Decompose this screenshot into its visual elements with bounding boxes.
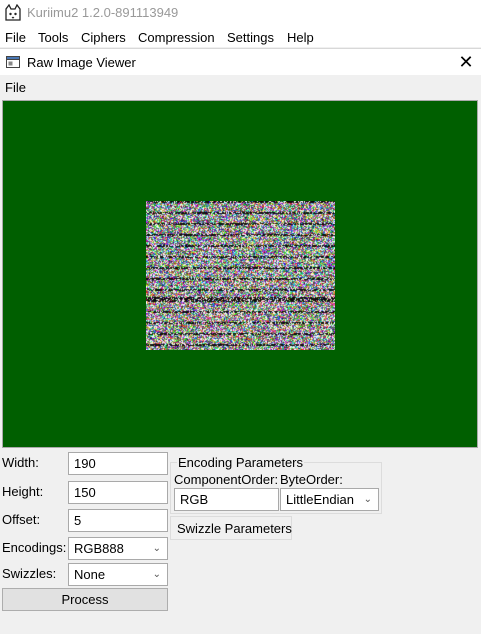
app-title: Kuriimu2 1.2.0-891113949 [27, 5, 179, 20]
swizzles-select[interactable]: None ⌄ [68, 563, 168, 586]
swizzles-label: Swizzles: [2, 566, 57, 581]
process-button[interactable]: Process [2, 588, 168, 611]
byte-order-value: LittleEndian [286, 492, 354, 507]
chevron-down-icon: ⌄ [363, 494, 372, 505]
raw-image-preview [146, 201, 335, 350]
image-viewer [2, 100, 478, 448]
width-label: Width: [2, 455, 39, 470]
menu-compression[interactable]: Compression [138, 30, 215, 45]
cat-icon [5, 4, 21, 21]
offset-input[interactable] [68, 509, 168, 532]
window-menu-file[interactable]: File [5, 80, 26, 95]
swizzle-parameters-title: Swizzle Parameters [177, 521, 292, 536]
close-icon[interactable]: ✕ [455, 51, 477, 73]
window-title: Raw Image Viewer [27, 55, 136, 70]
menu-file[interactable]: File [5, 30, 26, 45]
menu-bar: File Tools Ciphers Compression Settings … [0, 27, 481, 47]
byte-order-label: ByteOrder: [280, 472, 343, 487]
component-order-label: ComponentOrder: [174, 472, 279, 487]
window-header: Raw Image Viewer ✕ [0, 48, 481, 75]
offset-label: Offset: [2, 512, 41, 527]
encodings-value: RGB888 [74, 541, 124, 556]
width-input[interactable] [68, 452, 168, 475]
title-bar: Kuriimu2 1.2.0-891113949 [0, 0, 481, 27]
menu-ciphers[interactable]: Ciphers [81, 30, 126, 45]
height-label: Height: [2, 484, 44, 499]
byte-order-select[interactable]: LittleEndian ⌄ [280, 488, 379, 511]
menu-settings[interactable]: Settings [227, 30, 274, 45]
chevron-down-icon: ⌄ [152, 569, 161, 580]
window-icon [6, 56, 20, 68]
encodings-select[interactable]: RGB888 ⌄ [68, 537, 168, 560]
height-input[interactable] [68, 481, 168, 504]
encoding-parameters-title: Encoding Parameters [177, 455, 305, 470]
component-order-input[interactable] [174, 488, 279, 511]
menu-tools[interactable]: Tools [38, 30, 68, 45]
swizzles-value: None [74, 567, 106, 582]
chevron-down-icon: ⌄ [152, 543, 161, 554]
menu-help[interactable]: Help [287, 30, 314, 45]
encodings-label: Encodings: [2, 540, 67, 555]
